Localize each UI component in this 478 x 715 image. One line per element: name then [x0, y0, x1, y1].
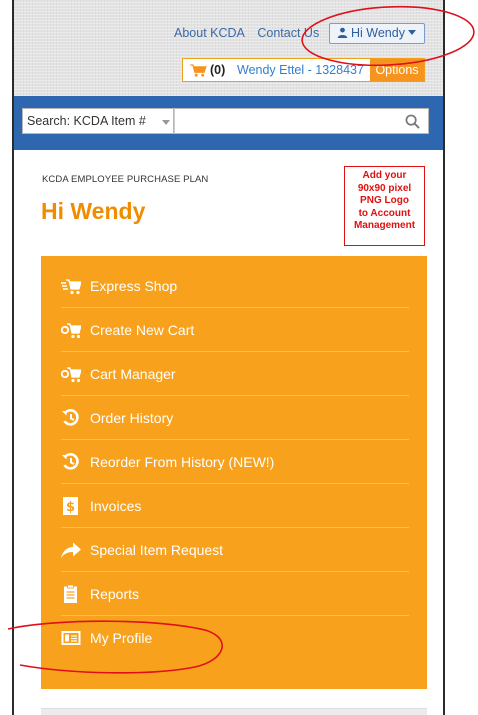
page-frame: About KCDA Contact Us Hi Wendy (0) Wendy…: [12, 0, 445, 715]
logo-placeholder-line: Management: [353, 220, 416, 231]
logo-placeholder-line: to Account: [358, 207, 411, 219]
id-card-icon: [61, 631, 81, 645]
search-bar: Search: KCDA Item #: [14, 96, 443, 150]
clipboard-icon: [64, 585, 77, 603]
menu-item-my-profile[interactable]: My Profile: [61, 616, 409, 660]
menu-item-label: Special Item Request: [90, 542, 224, 558]
user-menu-label: Hi Wendy: [351, 26, 405, 40]
menu-item-label: Order History: [90, 410, 174, 426]
cart-icon: [190, 64, 207, 77]
search-icon[interactable]: [405, 114, 420, 129]
next-panel-edge: [41, 708, 427, 715]
user-menu-button[interactable]: Hi Wendy: [329, 23, 425, 44]
history-icon: [62, 409, 79, 426]
search-scope-select[interactable]: Search: KCDA Item #: [22, 108, 174, 134]
cart-plus-icon: [61, 323, 81, 339]
cart-count: (0): [210, 63, 226, 77]
menu-item-cart-manager[interactable]: Cart Manager: [61, 352, 409, 396]
cart-summary[interactable]: (0) Wendy Ettel - 1328437 Options: [182, 58, 425, 82]
options-button[interactable]: Options: [370, 59, 424, 81]
search-input[interactable]: [174, 108, 429, 134]
share-arrow-icon: [61, 542, 81, 558]
logo-placeholder-line: PNG Logo: [360, 195, 409, 206]
menu-item-label: Cart Manager: [90, 366, 176, 382]
menu-item-label: Create New Cart: [90, 322, 195, 338]
logo-placeholder-line: Add your: [362, 170, 407, 181]
cart-key-icon: [61, 367, 81, 383]
person-icon: [337, 27, 348, 38]
menu-item-reorder-from-history[interactable]: Reorder From History (NEW!): [61, 440, 409, 484]
plan-label: KCDA EMPLOYEE PURCHASE PLAN: [42, 174, 209, 185]
menu-item-reports[interactable]: Reports: [61, 572, 409, 616]
chevron-down-icon: [407, 30, 416, 35]
top-header: About KCDA Contact Us Hi Wendy (0) Wendy…: [14, 0, 443, 96]
search-scope-label: Search: KCDA Item #: [27, 114, 146, 128]
contact-link[interactable]: Contact Us: [257, 26, 319, 40]
page-title: Hi Wendy: [41, 198, 146, 224]
account-menu: Express Shop Create New Cart Cart Manage…: [41, 256, 427, 689]
menu-item-order-history[interactable]: Order History: [61, 396, 409, 440]
about-link[interactable]: About KCDA: [174, 26, 245, 40]
menu-item-label: Invoices: [90, 498, 142, 514]
logo-placeholder-line: 90x90 pixel: [357, 182, 412, 194]
menu-item-create-new-cart[interactable]: Create New Cart: [61, 308, 409, 352]
menu-item-label: My Profile: [90, 630, 153, 646]
svg-text:$: $: [66, 500, 75, 515]
logo-placeholder: Add your 90x90 pixel PNG Logo to Account…: [344, 166, 425, 246]
invoice-dollar-icon: $: [63, 497, 78, 515]
history-icon: [62, 453, 79, 470]
menu-item-label: Express Shop: [90, 278, 178, 294]
menu-item-label: Reports: [90, 586, 140, 602]
menu-item-label: Reorder From History (NEW!): [90, 454, 275, 470]
cart-user-link[interactable]: Wendy Ettel - 1328437: [237, 63, 364, 77]
menu-item-special-item-request[interactable]: Special Item Request: [61, 528, 409, 572]
chevron-down-icon: [162, 120, 170, 125]
top-links: About KCDA Contact Us: [174, 26, 328, 40]
express-cart-icon: [61, 279, 81, 295]
menu-item-express-shop[interactable]: Express Shop: [61, 264, 409, 308]
menu-item-invoices[interactable]: $ Invoices: [61, 484, 409, 528]
